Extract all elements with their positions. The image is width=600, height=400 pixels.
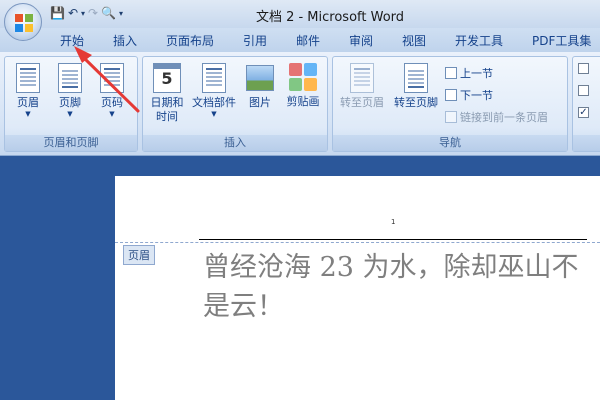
page-number-icon xyxy=(100,63,124,93)
date-time-button[interactable]: 5 日期和时间 xyxy=(145,63,189,124)
calendar-icon: 5 xyxy=(153,63,181,93)
group-label-options xyxy=(573,135,600,151)
ribbon: 页眉 ▼ 页脚 ▼ 页码 ▼ 页眉和页脚 5 日期和时间 文档部件 ▼ 图片 剪… xyxy=(0,52,600,156)
tab-developer[interactable]: 开发工具 xyxy=(455,32,503,49)
group-insert: 5 日期和时间 文档部件 ▼ 图片 剪贴画 插入 xyxy=(142,56,328,152)
clipart-icon xyxy=(289,63,317,91)
option-checkbox-2[interactable] xyxy=(578,85,589,96)
goto-header-icon xyxy=(350,63,374,93)
window-title: 文档 2 - Microsoft Word xyxy=(255,10,405,25)
header-button[interactable]: 页眉 ▼ xyxy=(11,63,45,119)
tab-insert[interactable]: 插入 xyxy=(113,32,137,49)
option-checkbox-3[interactable]: ✓ xyxy=(578,107,589,118)
group-navigation: 转至页眉 转至页脚 上一节 下一节 链接到前一条页眉 导航 xyxy=(332,56,568,152)
header-rule xyxy=(199,239,587,240)
document-page[interactable]: 1 页眉 曾经沧海 23 为水，除却巫山不是云！ xyxy=(115,176,600,400)
page-number-button[interactable]: 页码 ▼ xyxy=(95,63,129,119)
group-label-navigation: 导航 xyxy=(333,135,567,151)
goto-footer-button[interactable]: 转至页脚 xyxy=(389,63,443,110)
next-section-button[interactable]: 下一节 xyxy=(445,87,493,103)
goto-footer-icon xyxy=(404,63,428,93)
clipart-button[interactable]: 剪贴画 xyxy=(281,63,325,109)
body-text[interactable]: 曾经沧海 23 为水，除却巫山不是云！ xyxy=(203,248,588,326)
tab-mailings[interactable]: 邮件 xyxy=(296,32,320,49)
office-button[interactable] xyxy=(4,3,42,41)
group-label-header-footer: 页眉和页脚 xyxy=(5,135,137,151)
tab-pdf-tools[interactable]: PDF工具集 xyxy=(532,32,591,49)
chevron-down-icon: ▼ xyxy=(211,110,217,118)
link-icon xyxy=(445,111,457,123)
document-parts-icon xyxy=(202,63,226,93)
tab-review[interactable]: 审阅 xyxy=(349,32,373,49)
office-logo-icon xyxy=(15,14,33,32)
previous-section-icon xyxy=(445,67,457,79)
header-icon xyxy=(16,63,40,93)
next-section-icon xyxy=(445,89,457,101)
chevron-down-icon: ▼ xyxy=(109,110,115,118)
picture-button[interactable]: 图片 xyxy=(241,63,279,110)
option-checkbox-1[interactable] xyxy=(578,63,589,74)
footer-icon xyxy=(58,63,82,93)
header-tag: 页眉 xyxy=(123,245,155,265)
document-parts-button[interactable]: 文档部件 ▼ xyxy=(189,63,239,119)
chevron-down-icon: ▼ xyxy=(25,110,31,118)
chevron-down-icon: ▼ xyxy=(67,110,73,118)
page-number: 1 xyxy=(391,218,396,226)
goto-header-button[interactable]: 转至页眉 xyxy=(335,63,389,110)
previous-section-button[interactable]: 上一节 xyxy=(445,65,493,81)
group-options: ✓ xyxy=(572,56,600,152)
tab-references[interactable]: 引用 xyxy=(243,32,267,49)
title-bar: 💾 ↶ ▾ ↷ 🔍 ▾ 文档 2 - Microsoft Word xyxy=(0,0,600,28)
group-label-insert: 插入 xyxy=(143,135,327,151)
picture-icon xyxy=(246,65,274,91)
tab-view[interactable]: 视图 xyxy=(402,32,426,49)
link-to-previous-button[interactable]: 链接到前一条页眉 xyxy=(445,109,548,125)
tab-home[interactable]: 开始 xyxy=(60,32,84,49)
group-header-footer: 页眉 ▼ 页脚 ▼ 页码 ▼ 页眉和页脚 xyxy=(4,56,138,152)
ribbon-tab-bar: 开始 插入 页面布局 引用 邮件 审阅 视图 开发工具 PDF工具集 xyxy=(0,28,600,52)
tab-page-layout[interactable]: 页面布局 xyxy=(166,32,214,49)
footer-button[interactable]: 页脚 ▼ xyxy=(53,63,87,119)
header-boundary xyxy=(115,242,600,243)
